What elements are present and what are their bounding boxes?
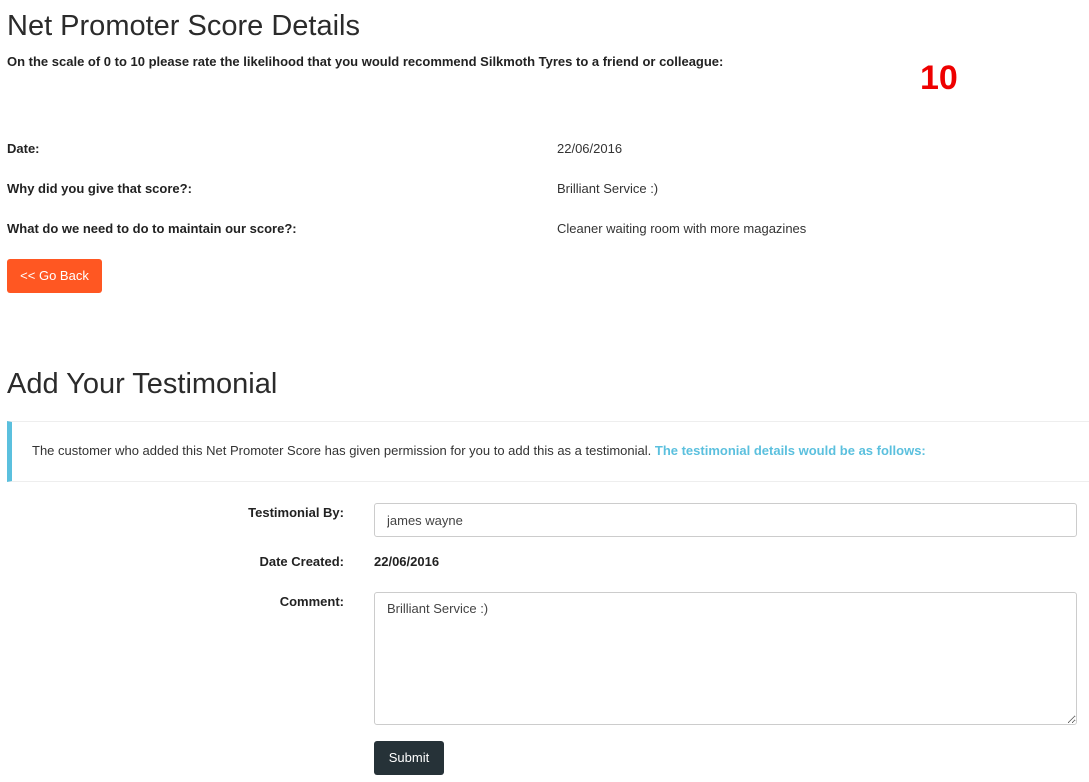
page-title: Net Promoter Score Details bbox=[7, 10, 360, 42]
date-created-label: Date Created: bbox=[259, 554, 344, 569]
reason-label: Why did you give that score?: bbox=[7, 181, 192, 196]
callout-highlight: The testimonial details would be as foll… bbox=[654, 443, 926, 458]
page: Net Promoter Score Details On the scale … bbox=[0, 0, 1089, 782]
nps-score: 10 bbox=[920, 59, 958, 97]
maintain-label: What do we need to do to maintain our sc… bbox=[7, 221, 297, 236]
comment-label: Comment: bbox=[279, 594, 344, 609]
testimonial-callout: The customer who added this Net Promoter… bbox=[7, 421, 1089, 482]
date-label: Date: bbox=[7, 141, 40, 156]
go-back-button[interactable]: << Go Back bbox=[7, 259, 102, 293]
testimonial-by-input[interactable] bbox=[374, 503, 1077, 537]
testimonial-title: Add Your Testimonial bbox=[7, 368, 278, 400]
callout-text: The customer who added this Net Promoter… bbox=[32, 443, 926, 458]
nps-question: On the scale of 0 to 10 please rate the … bbox=[7, 54, 724, 69]
date-value: 22/06/2016 bbox=[557, 141, 623, 156]
comment-textarea[interactable]: Brilliant Service :) bbox=[374, 592, 1077, 725]
reason-value: Brilliant Service :) bbox=[557, 181, 659, 196]
testimonial-by-label: Testimonial By: bbox=[248, 505, 344, 520]
date-created-value: 22/06/2016 bbox=[374, 554, 440, 569]
submit-button[interactable]: Submit bbox=[374, 741, 444, 775]
callout-message: The customer who added this Net Promoter… bbox=[32, 443, 652, 458]
maintain-value: Cleaner waiting room with more magazines bbox=[557, 221, 807, 236]
